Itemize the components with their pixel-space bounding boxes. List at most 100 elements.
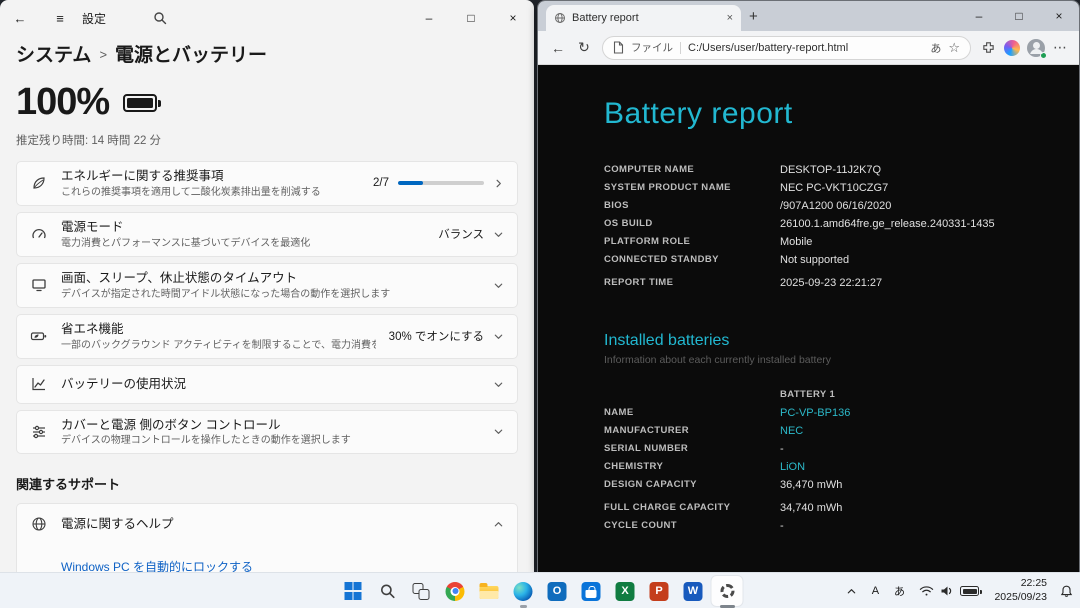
row-value: NEC PC-VKT10CZG7 [780, 182, 889, 194]
card-energy-recommendations[interactable]: エネルギーに関する推奨事項 これらの推奨事項を適用して二酸化炭素排出量を削減する… [16, 161, 518, 206]
close-button[interactable]: × [1039, 1, 1079, 31]
row-label: COMPUTER NAME [604, 164, 695, 175]
card-controls [493, 280, 504, 291]
row-value: 36,470 mWh [780, 479, 843, 491]
menu-icon[interactable]: ≡ [40, 0, 80, 36]
chevron-down-icon[interactable] [493, 426, 504, 437]
chevron-up-icon[interactable] [493, 519, 504, 530]
translate-icon[interactable]: あ [930, 40, 941, 56]
battery-estimate: 推定残り時間: 14 時間 22 分 [16, 135, 162, 147]
maximize-button[interactable]: □ [999, 1, 1039, 31]
taskbar-search-button[interactable] [372, 576, 403, 606]
row-label: BIOS [604, 200, 629, 211]
favorite-star-icon[interactable]: ☆ [948, 40, 960, 56]
search-icon [379, 583, 395, 599]
report-title: Battery report [604, 97, 793, 130]
tray-battery-icon [960, 586, 983, 596]
taskbar-store-button[interactable] [576, 576, 607, 606]
taskbar-excel-button[interactable]: X [610, 576, 641, 606]
row-value: - [780, 520, 784, 532]
row-label [604, 386, 780, 404]
minimize-button[interactable]: – [408, 0, 450, 36]
breadcrumb-system[interactable]: システム [16, 40, 91, 67]
battery-report: Battery report COMPUTER NAME DESKTOP-11J2… [538, 65, 1079, 535]
row-value: 26100.1.amd64fre.ge_release.240331-1435 [780, 218, 995, 230]
task-view-icon [412, 582, 430, 600]
windows-logo-icon [344, 582, 362, 600]
battery-percent: 100% [16, 81, 110, 123]
file-icon [613, 41, 624, 54]
notification-bell-icon[interactable] [1056, 577, 1076, 605]
table-row: BIOS/907A1200 06/16/2020 [604, 197, 1079, 215]
new-tab-button[interactable]: + [749, 8, 758, 25]
battery-icon [123, 93, 162, 112]
chevron-down-icon[interactable] [493, 229, 504, 240]
taskbar-start-button[interactable] [338, 576, 369, 606]
taskbar-outlook-button[interactable]: O [542, 576, 573, 606]
back-icon[interactable]: ← [0, 0, 40, 36]
taskbar-task-view-button[interactable] [406, 576, 437, 606]
tab-title: Battery report [572, 12, 639, 24]
table-row: DESIGN CAPACITY 36,470 mWh [604, 476, 1079, 494]
card-screen-sleep-timeouts[interactable]: 画面、スリープ、休止状態のタイムアウト デバイスが指定された時間アイドル状態にな… [16, 262, 518, 308]
card-title: エネルギーに関する推奨事項 [61, 169, 224, 183]
help-link-auto-lock[interactable]: Windows PC を自動的にロックする [61, 558, 517, 572]
table-row: CHEMISTRY LiON [604, 458, 1079, 476]
chevron-down-icon[interactable] [493, 331, 504, 342]
breadcrumb: システム > 電源とバッテリー [16, 40, 518, 67]
system-info-table: COMPUTER NAME DESKTOP-11J2K7Q SYSTEM PROD… [604, 161, 1079, 292]
taskbar-edge-button[interactable] [508, 576, 539, 606]
card-power-help: 電源に関するヘルプ Windows PC を自動的にロックする [16, 503, 518, 572]
copilot-icon[interactable] [1001, 37, 1023, 59]
globe-icon [30, 516, 48, 532]
tray-hidden-icons-button[interactable] [841, 577, 861, 605]
refresh-icon[interactable]: ↻ [572, 36, 596, 60]
ime-latin-indicator[interactable]: A [865, 577, 885, 605]
settings-cards: エネルギーに関する推奨事項 これらの推奨事項を適用して二酸化炭素排出量を削減する… [16, 161, 518, 455]
search-icon[interactable] [140, 0, 180, 36]
address-bar[interactable]: ファイル C:/Users/user/battery-report.html あ… [602, 35, 971, 60]
ime-kana-indicator[interactable]: あ [889, 577, 909, 605]
taskbar-powerpoint-button[interactable]: P [644, 576, 675, 606]
card-subtitle: デバイスの物理コントロールを操作したときの動作を選択します [61, 435, 351, 447]
more-menu-icon[interactable]: ⋯ [1049, 37, 1071, 59]
chevron-down-icon[interactable] [493, 280, 504, 291]
row-label: SERIAL NUMBER [604, 443, 689, 454]
maximize-button[interactable]: □ [450, 0, 492, 36]
url-scheme-label: ファイル [631, 42, 673, 54]
card-energy-saver[interactable]: 省エネ機能 一部のバックグラウンド アクティビティを制限することで、電力消費を削… [16, 313, 518, 359]
minimize-button[interactable]: – [959, 1, 999, 31]
taskbar-word-button[interactable]: W [678, 576, 709, 606]
row-label: MANUFACTURER [604, 425, 690, 436]
chevron-right-icon[interactable] [493, 178, 504, 189]
table-row: COMPUTER NAME DESKTOP-11J2K7Q [604, 161, 1079, 179]
card-battery-usage[interactable]: バッテリーの使用状況 [16, 364, 518, 404]
power-help-header[interactable]: 電源に関するヘルプ [17, 504, 517, 544]
table-row: CYCLE COUNT - [604, 517, 1079, 535]
profile-avatar[interactable] [1025, 37, 1047, 59]
card-subtitle: デバイスが指定された時間アイドル状態になった場合の動作を選択します [61, 288, 391, 300]
row-label: CONNECTED STANDBY [604, 254, 719, 265]
taskbar-settings-button[interactable] [711, 576, 743, 606]
taskbar-file-explorer-button[interactable] [474, 576, 505, 606]
row-value: LiON [780, 461, 806, 473]
table-row: MANUFACTURER NEC [604, 422, 1079, 440]
browser-back-icon[interactable]: ← [546, 36, 570, 60]
edge-window: Battery report × + – □ × ← ↻ ファイル C:/Use… [537, 0, 1080, 572]
browser-tab[interactable]: Battery report × [546, 5, 741, 31]
tab-close-icon[interactable]: × [727, 12, 733, 24]
row-label: DESIGN CAPACITY [604, 479, 697, 490]
card-controls: バランス [438, 226, 504, 242]
taskbar-clock[interactable]: 22:25 2025/09/23 [989, 577, 1052, 604]
card-lid-power-controls[interactable]: カバーと電源 側のボタン コントロール デバイスの物理コントロールを操作したとき… [16, 409, 518, 455]
store-icon [581, 581, 601, 601]
presence-dot [1040, 51, 1047, 59]
taskbar-chrome-button[interactable] [440, 576, 471, 606]
card-power-mode[interactable]: 電源モード 電力消費とパフォーマンスに基づいてデバイスを最適化 バランス [16, 211, 518, 257]
extensions-icon[interactable] [977, 37, 999, 59]
card-title: 省エネ機能 [61, 321, 124, 336]
chevron-down-icon[interactable] [493, 379, 504, 390]
table-row: FULL CHARGE CAPACITY 34,740 mWh [604, 499, 1079, 517]
tray-network-volume-battery[interactable] [913, 577, 985, 605]
close-button[interactable]: × [492, 0, 534, 36]
